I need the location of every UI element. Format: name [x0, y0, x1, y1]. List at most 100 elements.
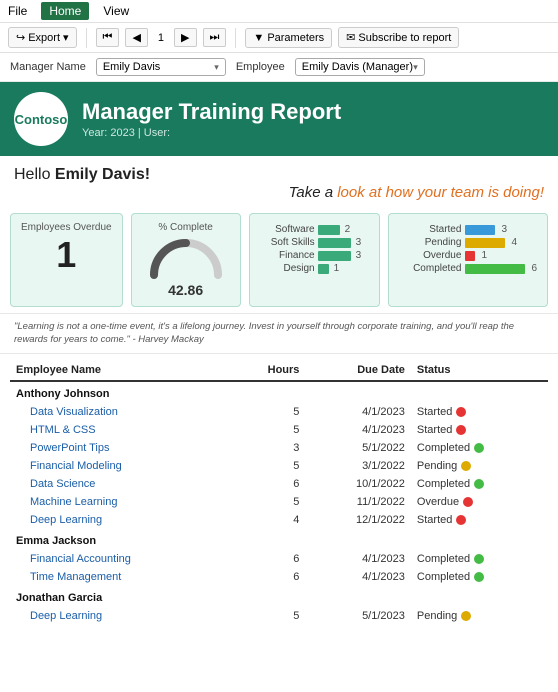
- hello-section: Hello Emily Davis! Take a look at how yo…: [0, 156, 558, 213]
- course-due-date: 10/1/2022: [305, 475, 410, 493]
- status-label-started: Started: [399, 224, 461, 235]
- subscribe-icon: ✉: [346, 31, 355, 44]
- cat-label-finance: Finance: [260, 250, 315, 261]
- course-name[interactable]: PowerPoint Tips: [10, 439, 230, 457]
- manager-select[interactable]: Emily Davis ▾: [96, 58, 226, 76]
- manager-chevron-icon: ▾: [214, 62, 219, 73]
- course-due-date: 4/1/2023: [305, 568, 410, 586]
- subscribe-label: Subscribe to report: [358, 32, 451, 44]
- employee-name: Anthony Johnson: [10, 381, 548, 403]
- status-text: Pending: [417, 610, 457, 622]
- course-status: Pending: [411, 457, 548, 475]
- status-row-pending: Pending 4: [399, 237, 537, 248]
- nav-last-button[interactable]: ⏭: [203, 28, 227, 47]
- table-row: Machine Learning511/1/2022Overdue: [10, 493, 548, 511]
- employee-label: Employee: [236, 61, 285, 73]
- complete-value: 42.86: [142, 282, 230, 298]
- course-name[interactable]: Financial Modeling: [10, 457, 230, 475]
- quote-text: "Learning is not a one-time event, it's …: [14, 321, 514, 345]
- hello-text: Hello Emily Davis!: [14, 166, 544, 184]
- subscribe-button[interactable]: ✉ Subscribe to report: [338, 27, 459, 48]
- cat-row-finance: Finance 3: [260, 250, 370, 261]
- menu-view[interactable]: View: [103, 4, 129, 18]
- tagline: Take a look at how your team is doing!: [14, 184, 544, 201]
- export-label: Export: [28, 32, 60, 44]
- employee-select[interactable]: Emily Davis (Manager) ▾: [295, 58, 425, 76]
- status-card: Started 3 Pending 4 Overdue 1 Completed …: [388, 213, 548, 307]
- status-bar-overdue: [465, 251, 475, 261]
- table-row: Deep Learning412/1/2022Started: [10, 511, 548, 529]
- menu-file[interactable]: File: [8, 4, 27, 18]
- manager-label: Manager Name: [10, 61, 86, 73]
- course-hours: 6: [230, 568, 306, 586]
- parameters-button[interactable]: ▼ Parameters: [245, 28, 332, 48]
- employee-value: Emily Davis (Manager): [302, 61, 413, 73]
- overdue-card: Employees Overdue 1: [10, 213, 123, 307]
- course-name[interactable]: Financial Accounting: [10, 550, 230, 568]
- status-bar-completed: [465, 264, 525, 274]
- course-status: Completed: [411, 550, 548, 568]
- course-status: Started: [411, 421, 548, 439]
- course-name[interactable]: Time Management: [10, 568, 230, 586]
- table-row: PowerPoint Tips35/1/2022Completed: [10, 439, 548, 457]
- header-banner: Contoso Manager Training Report Year: 20…: [0, 82, 558, 156]
- nav-first-button[interactable]: ⏮: [96, 28, 120, 47]
- menu-home[interactable]: Home: [41, 2, 89, 20]
- export-button[interactable]: ↪ Export ▾: [8, 27, 77, 48]
- status-dot-icon: [461, 611, 471, 621]
- table-row: Financial Modeling53/1/2022Pending: [10, 457, 548, 475]
- filters-row: Manager Name Emily Davis ▾ Employee Emil…: [0, 53, 558, 82]
- table-header-row: Employee Name Hours Due Date Status: [10, 360, 548, 381]
- course-name[interactable]: Deep Learning: [10, 511, 230, 529]
- course-hours: 5: [230, 403, 306, 421]
- table-row: HTML & CSS54/1/2023 Started: [10, 421, 548, 439]
- cat-label-softskills: Soft Skills: [260, 237, 315, 248]
- status-num-overdue: 1: [481, 250, 487, 261]
- course-due-date: 4/1/2023: [305, 421, 410, 439]
- status-num-pending: 4: [511, 237, 517, 248]
- course-status: Started: [411, 403, 548, 421]
- status-text: Pending: [417, 460, 457, 472]
- nav-next-button[interactable]: ▶: [174, 28, 196, 47]
- course-name[interactable]: Deep Learning: [10, 607, 230, 625]
- nav-prev-button[interactable]: ◀: [125, 28, 147, 47]
- status-dot-icon: [463, 497, 473, 507]
- course-hours: 6: [230, 550, 306, 568]
- course-hours: 5: [230, 607, 306, 625]
- cat-num-design: 1: [334, 263, 340, 274]
- status-bar-started: [465, 225, 495, 235]
- parameters-label: Parameters: [267, 32, 324, 44]
- banner-title: Manager Training Report: [82, 99, 341, 125]
- course-hours: 3: [230, 439, 306, 457]
- course-due-date: 5/1/2022: [305, 439, 410, 457]
- course-hours: 5: [230, 421, 306, 439]
- parameters-icon: ▼: [253, 32, 264, 44]
- cat-bar-design: [318, 264, 329, 274]
- table-row: Data Science610/1/2022Completed: [10, 475, 548, 493]
- table-section: Employee Name Hours Due Date Status Anth…: [0, 354, 558, 631]
- status-text: Completed: [417, 553, 470, 565]
- status-row-overdue: Overdue 1: [399, 250, 537, 261]
- employee-name: Jonathan Garcia: [10, 586, 548, 607]
- hello-greeting: Hello: [14, 166, 55, 183]
- course-name[interactable]: Data Science: [10, 475, 230, 493]
- overdue-title: Employees Overdue: [21, 222, 112, 233]
- cat-row-softskills: Soft Skills 3: [260, 237, 370, 248]
- course-due-date: 5/1/2023: [305, 607, 410, 625]
- course-status: Completed: [411, 568, 548, 586]
- status-text: Started: [417, 514, 452, 526]
- course-name[interactable]: HTML & CSS: [10, 421, 230, 439]
- tagline-orange: look at how your team is doing!: [337, 184, 544, 201]
- course-name[interactable]: Machine Learning: [10, 493, 230, 511]
- toolbar-separator: [86, 28, 87, 48]
- table-row: Deep Learning55/1/2023 Pending: [10, 607, 548, 625]
- course-hours: 4: [230, 511, 306, 529]
- status-num-completed: 6: [531, 263, 537, 274]
- toolbar: ↪ Export ▾ ⏮ ◀ 1 ▶ ⏭ ▼ Parameters ✉ Subs…: [0, 23, 558, 53]
- cat-bar-software: [318, 225, 340, 235]
- status-text: Started: [417, 424, 452, 436]
- course-hours: 6: [230, 475, 306, 493]
- overdue-value: 1: [21, 237, 112, 273]
- course-name[interactable]: Data Visualization: [10, 403, 230, 421]
- course-status: Completed: [411, 439, 548, 457]
